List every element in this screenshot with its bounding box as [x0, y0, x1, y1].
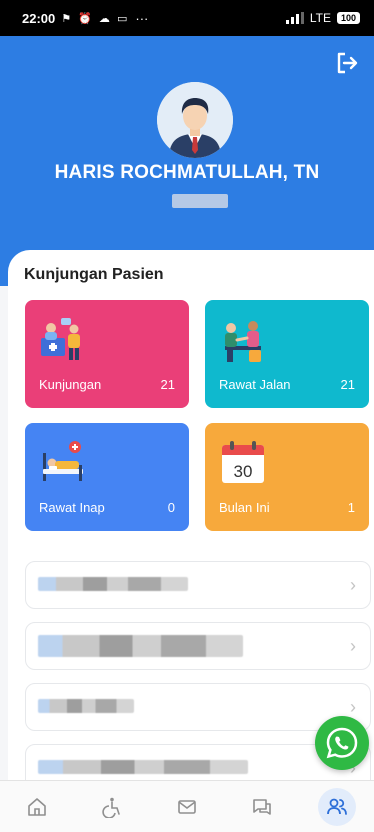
- status-time: 22:00: [22, 10, 56, 26]
- redacted-text: [38, 760, 248, 774]
- chevron-right-icon: ›: [350, 636, 356, 656]
- redacted-text: [38, 635, 243, 657]
- card-value: 21: [160, 377, 175, 392]
- nav-home[interactable]: [18, 788, 56, 826]
- menu-item[interactable]: ›: [25, 561, 371, 609]
- calendar-day: 30: [234, 462, 253, 481]
- chevron-right-icon: ›: [350, 575, 356, 595]
- whatsapp-icon: [326, 727, 358, 759]
- signal-icon: [285, 11, 304, 24]
- bottom-nav: [0, 780, 374, 832]
- card-bulan-ini[interactable]: 30 Bulan Ini 1: [205, 423, 369, 531]
- accessibility-icon: [102, 797, 120, 818]
- avatar: [157, 82, 233, 158]
- menu-item[interactable]: ›: [25, 622, 371, 670]
- menu-item[interactable]: ›: [25, 683, 371, 731]
- status-left: 22:00 ⚑ ⏰ ☁ ▭ ···: [22, 11, 148, 26]
- mail-icon: [178, 800, 196, 814]
- nav-users[interactable]: [317, 788, 356, 826]
- network-type: LTE: [309, 11, 331, 25]
- section-title: Kunjungan Pasien: [24, 266, 164, 283]
- home-icon: [28, 798, 47, 816]
- chat-icon: [252, 799, 271, 815]
- user-id-redacted: [172, 194, 228, 208]
- card-value: 1: [347, 500, 355, 515]
- doctor-patient-icon: [41, 318, 80, 360]
- card-value: 0: [167, 500, 175, 515]
- whatsapp-button[interactable]: [315, 716, 369, 770]
- user-name: HARIS ROCHMATULLAH, TN: [54, 162, 320, 183]
- nav-chat[interactable]: [243, 788, 281, 826]
- status-bar: 22:00 ⚑ ⏰ ☁ ▭ ··· LTE 100: [0, 0, 374, 36]
- notification-icons: ⚑ ⏰ ☁ ▭: [61, 12, 130, 25]
- nav-mail[interactable]: [168, 788, 206, 826]
- card-label: Kunjungan: [39, 377, 102, 392]
- user-avatar-icon: [157, 82, 233, 158]
- users-icon: [326, 798, 347, 815]
- card-kunjungan[interactable]: Kunjungan 21: [25, 300, 189, 408]
- card-rawat-inap[interactable]: Rawat Inap 0: [25, 423, 189, 531]
- chevron-right-icon: ›: [350, 697, 356, 717]
- redacted-text: [38, 577, 188, 591]
- battery-icon: 100: [336, 12, 360, 24]
- logout-icon[interactable]: [334, 50, 360, 76]
- consultation-icon: [225, 321, 261, 362]
- card-rawat-jalan[interactable]: Rawat Jalan 21: [205, 300, 369, 408]
- calendar-icon: 30: [222, 441, 264, 483]
- nav-accessibility[interactable]: [93, 788, 131, 826]
- profile-header: HARIS ROCHMATULLAH, TN: [0, 36, 374, 286]
- status-more: ···: [135, 10, 149, 26]
- status-right: LTE 100: [285, 11, 360, 25]
- content-sheet: Kunjungan Pasien Kunjungan 21 Rawat Jala…: [8, 250, 374, 810]
- card-value: 21: [340, 377, 355, 392]
- app-screen: 22:00 ⚑ ⏰ ☁ ▭ ··· LTE 100 HARIS ROCHMATU…: [0, 0, 374, 832]
- card-label: Bulan Ini: [219, 500, 270, 515]
- card-label: Rawat Jalan: [219, 377, 291, 392]
- card-label: Rawat Inap: [39, 500, 105, 515]
- redacted-text: [38, 699, 134, 713]
- hospital-bed-icon: [43, 441, 83, 481]
